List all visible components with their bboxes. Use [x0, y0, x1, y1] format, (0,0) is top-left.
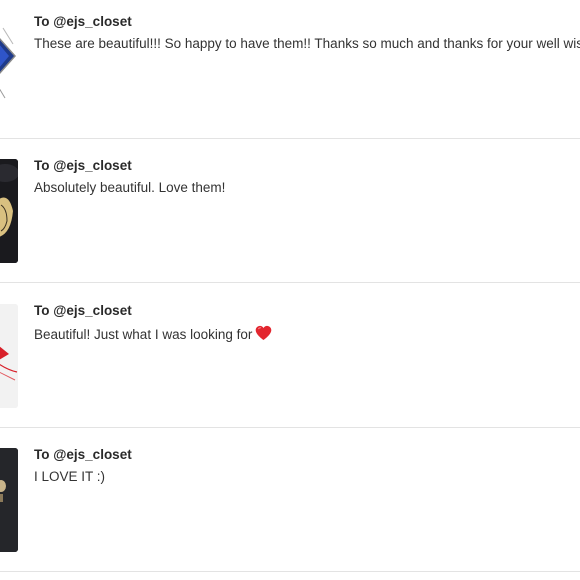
product-thumbnail[interactable] — [0, 448, 18, 552]
review-item: To @ejs_closet Beautiful! Just what I wa… — [0, 284, 580, 428]
product-thumbnail[interactable] — [0, 304, 18, 408]
review-recipient: To @ejs_closet — [34, 447, 132, 462]
review-recipient: To @ejs_closet — [34, 303, 132, 318]
review-item: To @ejs_closet These are beautiful!!! So… — [0, 0, 580, 139]
review-text: Absolutely beautiful. Love them! — [34, 180, 226, 195]
review-text: I LOVE IT :) — [34, 469, 106, 484]
review-item: To @ejs_closet Absolutely beautiful. Lov… — [0, 139, 580, 283]
heart-icon — [255, 325, 272, 344]
product-thumbnail[interactable] — [0, 159, 18, 263]
review-text: Beautiful! Just what I was looking for — [34, 325, 272, 344]
review-text: These are beautiful!!! So happy to have … — [34, 36, 580, 51]
review-recipient: To @ejs_closet — [34, 14, 132, 29]
review-text-content: Beautiful! Just what I was looking for — [34, 327, 253, 342]
review-item: To @ejs_closet I LOVE IT :) — [0, 428, 580, 572]
review-feed: To @ejs_closet These are beautiful!!! So… — [0, 0, 580, 580]
product-thumbnail[interactable] — [0, 8, 18, 112]
review-recipient: To @ejs_closet — [34, 158, 132, 173]
